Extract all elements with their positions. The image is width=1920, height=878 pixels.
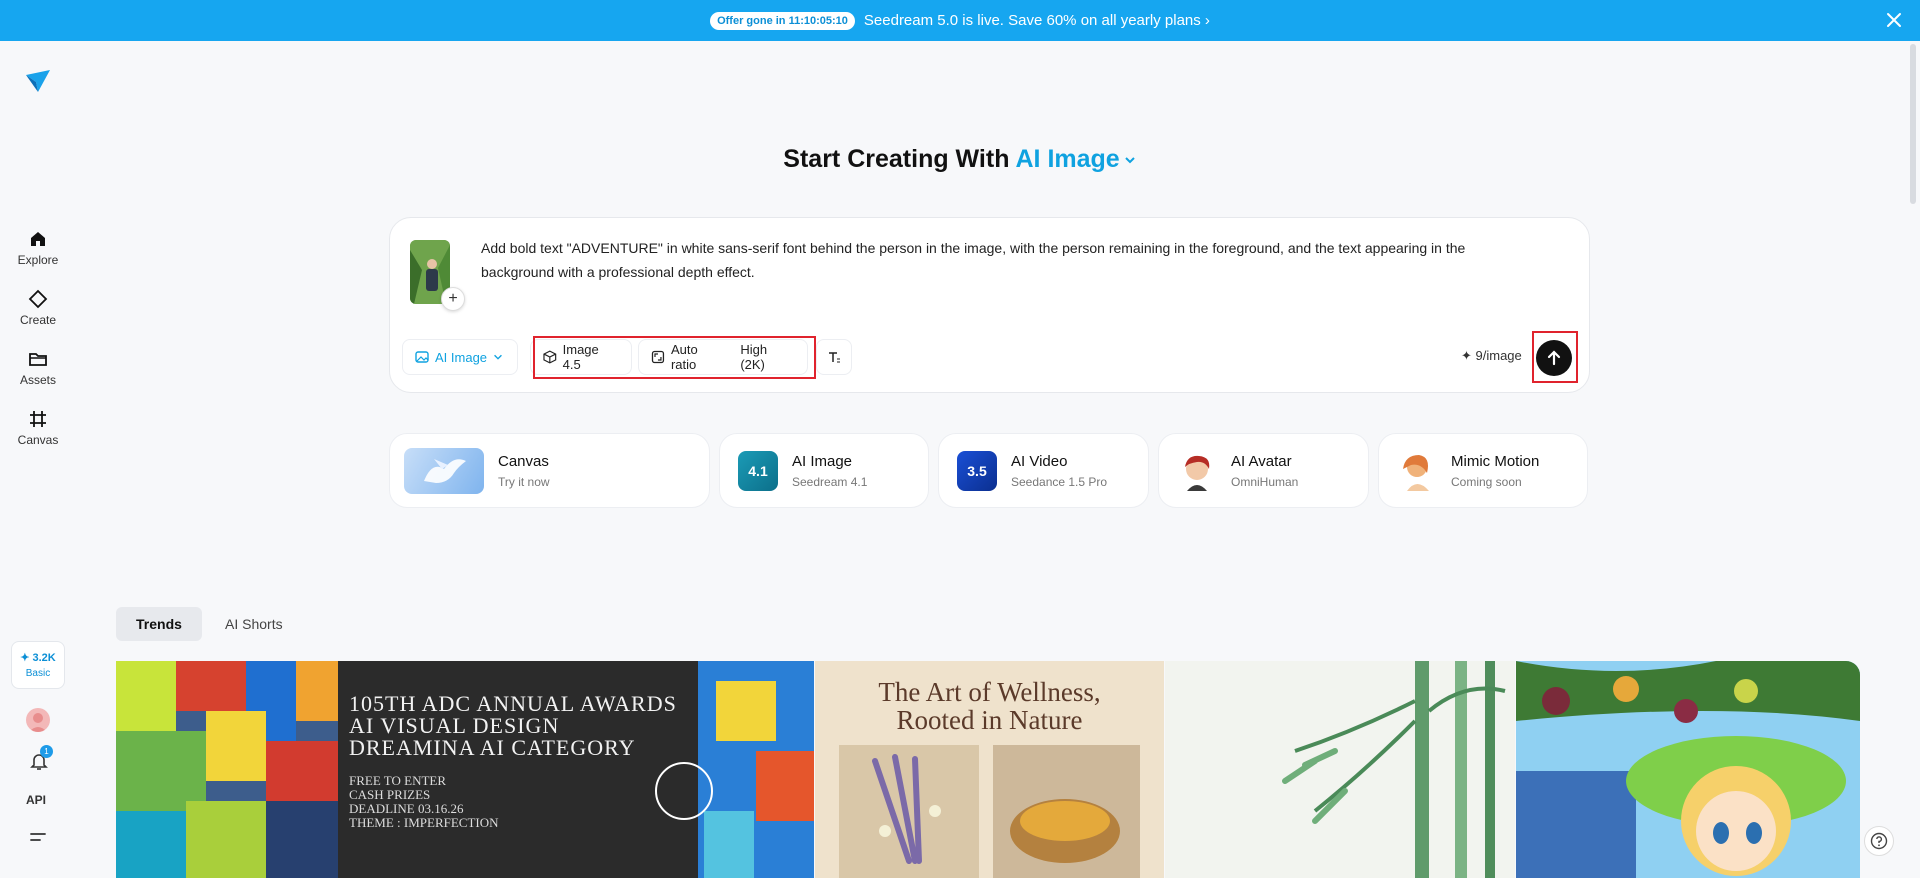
app-logo-icon[interactable] [24, 67, 52, 95]
gallery-tile-bamboo[interactable] [1165, 661, 1515, 878]
page-scrollbar[interactable] [1910, 44, 1916, 204]
tab-ai-shorts[interactable]: AI Shorts [205, 607, 303, 641]
anime-girl-illustration [1516, 661, 1860, 878]
credits-value: ✦ 3.2K [20, 652, 56, 664]
mode-switcher[interactable]: AI Image [1016, 145, 1137, 173]
feature-subtitle: Try it now [498, 474, 550, 489]
feature-card-ai-avatar[interactable]: AI Avatar OmniHuman [1158, 433, 1369, 508]
promo-text[interactable]: Seedream 5.0 is live. Save 60% on all ye… [864, 12, 1210, 29]
page-title-prefix: Start Creating With [783, 145, 1016, 173]
notification-count-badge: 1 [40, 745, 53, 758]
adc-detail-line: THEME : IMPERFECTION [349, 815, 499, 830]
settings-highlight-box [533, 336, 816, 379]
plan-label: Basic [25, 668, 51, 679]
cost-per-image: ✦ 9/image [1461, 348, 1522, 363]
feature-subtitle: Coming soon [1451, 474, 1522, 489]
sidebar-item-label: Assets [19, 373, 56, 387]
feature-badge: 3.5 [967, 462, 987, 479]
feature-badge: 4.1 [748, 462, 768, 479]
feature-card-ai-video[interactable]: 3.5 AI Video Seedance 1.5 Pro [938, 433, 1149, 508]
sidebar-item-canvas[interactable]: Canvas [0, 409, 76, 447]
feature-title: Mimic Motion [1451, 452, 1540, 470]
feature-card-canvas[interactable]: Canvas Try it now [389, 433, 710, 508]
feature-title: Canvas [498, 452, 549, 470]
mode-switcher-label: AI Image [1015, 145, 1120, 173]
pegasus-icon [404, 447, 484, 494]
chevron-down-icon [1124, 157, 1135, 164]
help-button[interactable] [1864, 826, 1894, 856]
prompt-input[interactable]: Add bold text "ADVENTURE" in white sans-… [481, 236, 1541, 284]
prompt-card: + Add bold text "ADVENTURE" in white san… [389, 217, 1590, 393]
text-style-button[interactable] [816, 339, 852, 375]
bamboo-painting [1282, 661, 1506, 878]
sidebar-item-label: Create [19, 313, 57, 327]
tab-trends[interactable]: Trends [116, 607, 202, 641]
credits-badge[interactable]: ✦ 3.2K Basic [11, 641, 65, 689]
help-icon [1870, 832, 1888, 850]
mode-select-label: AI Image [435, 349, 488, 365]
promo-banner[interactable]: Offer gone in 11:10:05:10 Seedream 5.0 i… [0, 0, 1920, 41]
sidebar-item-label: Canvas [17, 433, 59, 447]
seedance-icon: 3.5 [957, 450, 997, 491]
feature-subtitle: Seedream 4.1 [792, 474, 868, 489]
close-icon[interactable] [1884, 10, 1904, 30]
text-format-icon [829, 352, 840, 363]
add-image-button[interactable]: + [441, 287, 465, 311]
avatar-character-icon [1177, 451, 1217, 491]
feature-subtitle: OmniHuman [1231, 474, 1299, 489]
mode-select-button[interactable]: AI Image [402, 339, 518, 375]
canvas-icon [30, 411, 46, 427]
menu-icon[interactable] [28, 829, 48, 847]
page-title: Start Creating With AI Image [0, 145, 1920, 174]
gallery-tile-adc-awards[interactable]: 105TH ADC ANNUAL AWARDS AI VISUAL DESIGN… [116, 661, 814, 878]
feature-card-ai-image[interactable]: 4.1 AI Image Seedream 4.1 [719, 433, 929, 508]
generate-button[interactable] [1536, 340, 1572, 376]
feature-subtitle: Seedance 1.5 Pro [1011, 474, 1108, 489]
arrow-up-icon [1547, 350, 1561, 366]
diamond-icon [28, 289, 48, 309]
sidebar-item-assets[interactable]: Assets [0, 349, 76, 387]
image-icon [415, 351, 429, 363]
seedream-icon: 4.1 [738, 450, 778, 491]
sidebar-item-label: Explore [17, 253, 59, 267]
avatar[interactable] [26, 708, 50, 732]
chevron-down-icon [494, 354, 502, 360]
home-icon [31, 232, 45, 246]
feature-title: AI Avatar [1231, 452, 1292, 470]
feature-card-mimic-motion[interactable]: Mimic Motion Coming soon [1378, 433, 1588, 508]
gallery-tile-wellness[interactable]: The Art of Wellness, Rooted in Nature [815, 661, 1164, 878]
folder-icon [29, 353, 47, 366]
api-link[interactable]: API [26, 793, 46, 807]
adc-title-line: DREAMINA AI CATEGORY [349, 735, 636, 760]
gallery-tile-anime-girl[interactable] [1516, 661, 1860, 878]
offer-countdown-pill: Offer gone in 11:10:05:10 [710, 11, 855, 30]
mimic-motion-icon [1397, 451, 1437, 491]
feature-title: AI Image [792, 452, 853, 470]
sidebar-item-explore[interactable]: Explore [0, 229, 76, 267]
feature-title: AI Video [1011, 452, 1068, 470]
user-avatar-icon [29, 713, 47, 732]
sidebar-item-create[interactable]: Create [0, 289, 76, 327]
wellness-herbs-image [839, 745, 1140, 878]
